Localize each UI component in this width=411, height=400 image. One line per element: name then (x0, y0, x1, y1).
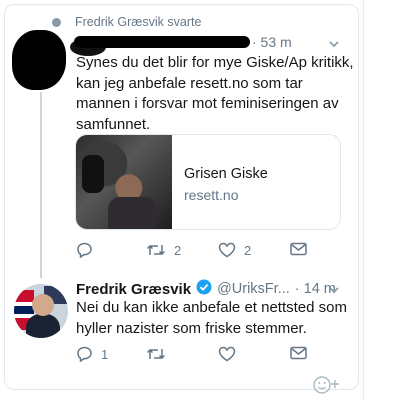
dm-button[interactable] (290, 242, 307, 256)
envelope-icon (290, 346, 307, 360)
like-button[interactable] (218, 346, 236, 362)
heart-icon (218, 242, 236, 258)
reply-context-icon (52, 17, 61, 27)
link-preview-card[interactable]: Grisen Giske resett.no (75, 134, 341, 230)
reply-icon (76, 346, 93, 362)
chevron-down-icon[interactable] (328, 38, 340, 50)
envelope-icon (290, 242, 307, 256)
author-handle[interactable]: @UriksFr... (217, 281, 290, 297)
verified-badge-icon (196, 279, 212, 300)
chevron-down-icon[interactable] (328, 284, 340, 296)
reply-count: 1 (101, 346, 109, 362)
retweet-count: 2 (174, 242, 182, 258)
retweet-button[interactable] (146, 346, 166, 362)
link-preview-title: Grisen Giske (184, 166, 268, 182)
retweet-icon (146, 346, 166, 362)
heart-icon (218, 346, 236, 362)
dm-button[interactable] (290, 346, 307, 360)
reply-button[interactable] (76, 242, 101, 258)
avatar-fredrik-graesvik[interactable] (14, 284, 68, 338)
tweet1-timestamp[interactable]: · 53 m (252, 34, 292, 50)
like-count: 2 (244, 242, 252, 258)
retweet-button[interactable]: 2 (146, 242, 181, 258)
reply-icon (76, 242, 93, 258)
author-name-redacted (74, 36, 250, 48)
thread-connector-line (40, 92, 42, 278)
avatar-redacted[interactable] (12, 30, 66, 90)
emoji-add-icon[interactable] (310, 374, 344, 396)
tweet1-text: Synes du det blir for mye Giske/Ap kriti… (76, 54, 354, 133)
tweet2-actions: 1 (76, 346, 316, 364)
reply-button[interactable]: 1 (76, 346, 108, 362)
author-name[interactable]: Fredrik Græsvik (76, 281, 191, 298)
link-preview-image (76, 135, 172, 229)
tweet2-header: Fredrik Græsvik @UriksFr... · 14 m (76, 279, 336, 300)
reply-context[interactable]: Fredrik Græsvik svarte (52, 14, 201, 30)
timeline-border (363, 0, 364, 400)
tweet2-text: Nei du kan ikke anbefale et nettsted som… (76, 299, 347, 337)
like-button[interactable]: 2 (218, 242, 251, 258)
retweet-icon (146, 242, 166, 258)
reply-context-label: Fredrik Græsvik svarte (75, 15, 202, 29)
tweet1-actions: 2 2 (76, 242, 316, 260)
link-preview-domain: resett.no (184, 187, 239, 203)
